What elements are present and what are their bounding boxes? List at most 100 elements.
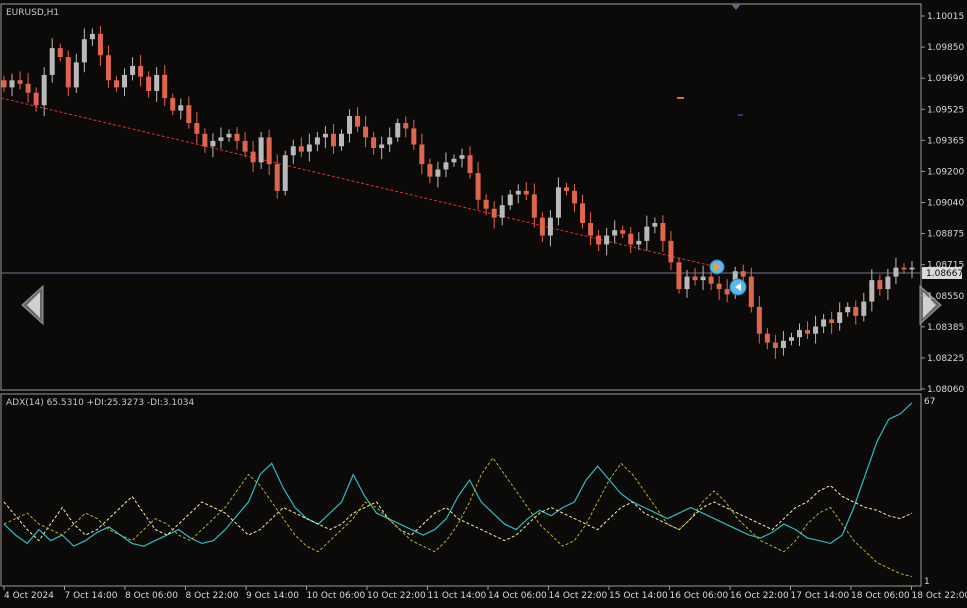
candle-body bbox=[242, 140, 248, 152]
candle-body bbox=[788, 337, 794, 341]
object-mark[interactable] bbox=[738, 114, 743, 116]
candle-body bbox=[162, 74, 168, 99]
pending-order-mark[interactable] bbox=[677, 97, 684, 99]
time-tick-label: 8 Oct 22:00 bbox=[186, 591, 239, 601]
price-tick-label: 1.10015 bbox=[927, 12, 964, 22]
candle-body bbox=[893, 267, 899, 277]
candle-body bbox=[523, 190, 529, 195]
trade-marker-buy-icon[interactable] bbox=[729, 278, 747, 296]
candle-body bbox=[186, 105, 192, 124]
time-tick-label: 14 Oct 22:00 bbox=[549, 591, 608, 601]
candle-body bbox=[89, 33, 95, 40]
price-tick-label: 1.08550 bbox=[927, 292, 964, 302]
candle-body bbox=[499, 205, 505, 218]
current-price-label: 1.08667 bbox=[926, 269, 963, 279]
candle-body bbox=[411, 128, 417, 145]
candle-body bbox=[692, 276, 698, 281]
candle-body bbox=[853, 306, 859, 316]
candle-body bbox=[483, 199, 489, 209]
price-tick-label: 1.08225 bbox=[927, 354, 964, 364]
candle-body bbox=[764, 333, 770, 343]
candle-body bbox=[756, 306, 762, 334]
candle-body bbox=[563, 187, 569, 191]
candle-body bbox=[330, 133, 336, 147]
candle-body bbox=[403, 123, 409, 129]
time-tick-label: 16 Oct 06:00 bbox=[670, 591, 729, 601]
indicator-axis-min: 1 bbox=[924, 577, 930, 587]
candle-body bbox=[580, 203, 586, 224]
candle-body bbox=[507, 194, 513, 206]
candle-body bbox=[459, 155, 465, 159]
trade-marker-sell-icon[interactable] bbox=[709, 259, 725, 275]
indicator-axis-max: 67 bbox=[924, 397, 935, 407]
candle-body bbox=[266, 137, 272, 165]
candle-body bbox=[322, 133, 328, 138]
time-tick-label: 18 Oct 06:00 bbox=[851, 591, 910, 601]
price-tick-label: 1.09365 bbox=[927, 136, 964, 146]
time-tick-label: 10 Oct 06:00 bbox=[307, 591, 366, 601]
candle-body bbox=[33, 92, 39, 106]
candle-body bbox=[700, 276, 706, 281]
indicator-label: ADX(14) 65.5310 +DI:25.3273 -DI:3.1034 bbox=[6, 398, 195, 408]
candle-body bbox=[531, 194, 537, 218]
candle-body bbox=[105, 55, 111, 81]
symbol-label: EURUSD,H1 bbox=[6, 8, 59, 18]
candle-body bbox=[572, 190, 578, 204]
candle-body bbox=[218, 137, 224, 141]
candle-body bbox=[298, 146, 304, 152]
candle-body bbox=[451, 158, 457, 163]
candle-body bbox=[234, 133, 240, 141]
candle-body bbox=[282, 155, 288, 191]
price-tick-label: 1.09690 bbox=[927, 74, 964, 84]
candle-body bbox=[829, 319, 835, 323]
candle-body bbox=[668, 240, 674, 263]
time-tick-label: 15 Oct 14:00 bbox=[609, 591, 668, 601]
trading-chart[interactable]: EURUSD,H1 ADX(14) 65.5310 +DI:25.3273 -D… bbox=[0, 0, 967, 608]
candle-body bbox=[901, 267, 907, 270]
candle-body bbox=[740, 271, 746, 277]
candle-body bbox=[210, 140, 216, 147]
candle-body bbox=[363, 126, 369, 138]
candle-body bbox=[1, 80, 7, 88]
candle-body bbox=[17, 80, 23, 84]
price-tick-label: 1.09850 bbox=[927, 43, 964, 53]
candle-body bbox=[138, 65, 144, 77]
candle-body bbox=[588, 223, 594, 236]
candle-body bbox=[845, 306, 851, 313]
candle-body bbox=[113, 80, 119, 88]
candle-body bbox=[274, 164, 280, 191]
time-tick-label: 8 Oct 06:00 bbox=[125, 591, 178, 601]
candle-body bbox=[515, 190, 521, 195]
candle-body bbox=[57, 48, 63, 58]
time-tick-label: 18 Oct 22:00 bbox=[912, 591, 967, 601]
candle-body bbox=[178, 105, 184, 111]
candle-body bbox=[716, 283, 722, 290]
candle-body bbox=[97, 33, 103, 56]
candle-body bbox=[837, 312, 843, 323]
candle-body bbox=[813, 326, 819, 334]
candle-body bbox=[65, 57, 71, 88]
candle-body bbox=[419, 144, 425, 165]
candle-body bbox=[555, 187, 561, 218]
candle-body bbox=[491, 208, 497, 218]
candle-body bbox=[805, 330, 811, 334]
candle-body bbox=[909, 267, 915, 270]
candle-body bbox=[612, 230, 618, 236]
candle-body bbox=[652, 223, 658, 227]
candle-body bbox=[724, 289, 730, 295]
candle-body bbox=[467, 155, 473, 174]
candle-body bbox=[194, 123, 200, 134]
candle-body bbox=[780, 340, 786, 348]
candle-body bbox=[644, 226, 650, 241]
candle-body bbox=[314, 137, 320, 145]
candle-body bbox=[620, 230, 626, 234]
candle-body bbox=[25, 83, 31, 93]
candle-body bbox=[427, 164, 433, 177]
time-tick-label: 7 Oct 14:00 bbox=[65, 591, 118, 601]
candle-body bbox=[684, 276, 690, 290]
candle-body bbox=[226, 133, 232, 138]
candle-body bbox=[772, 342, 778, 348]
candle-body bbox=[435, 169, 441, 177]
candle-body bbox=[170, 98, 176, 111]
candle-body bbox=[395, 123, 401, 138]
